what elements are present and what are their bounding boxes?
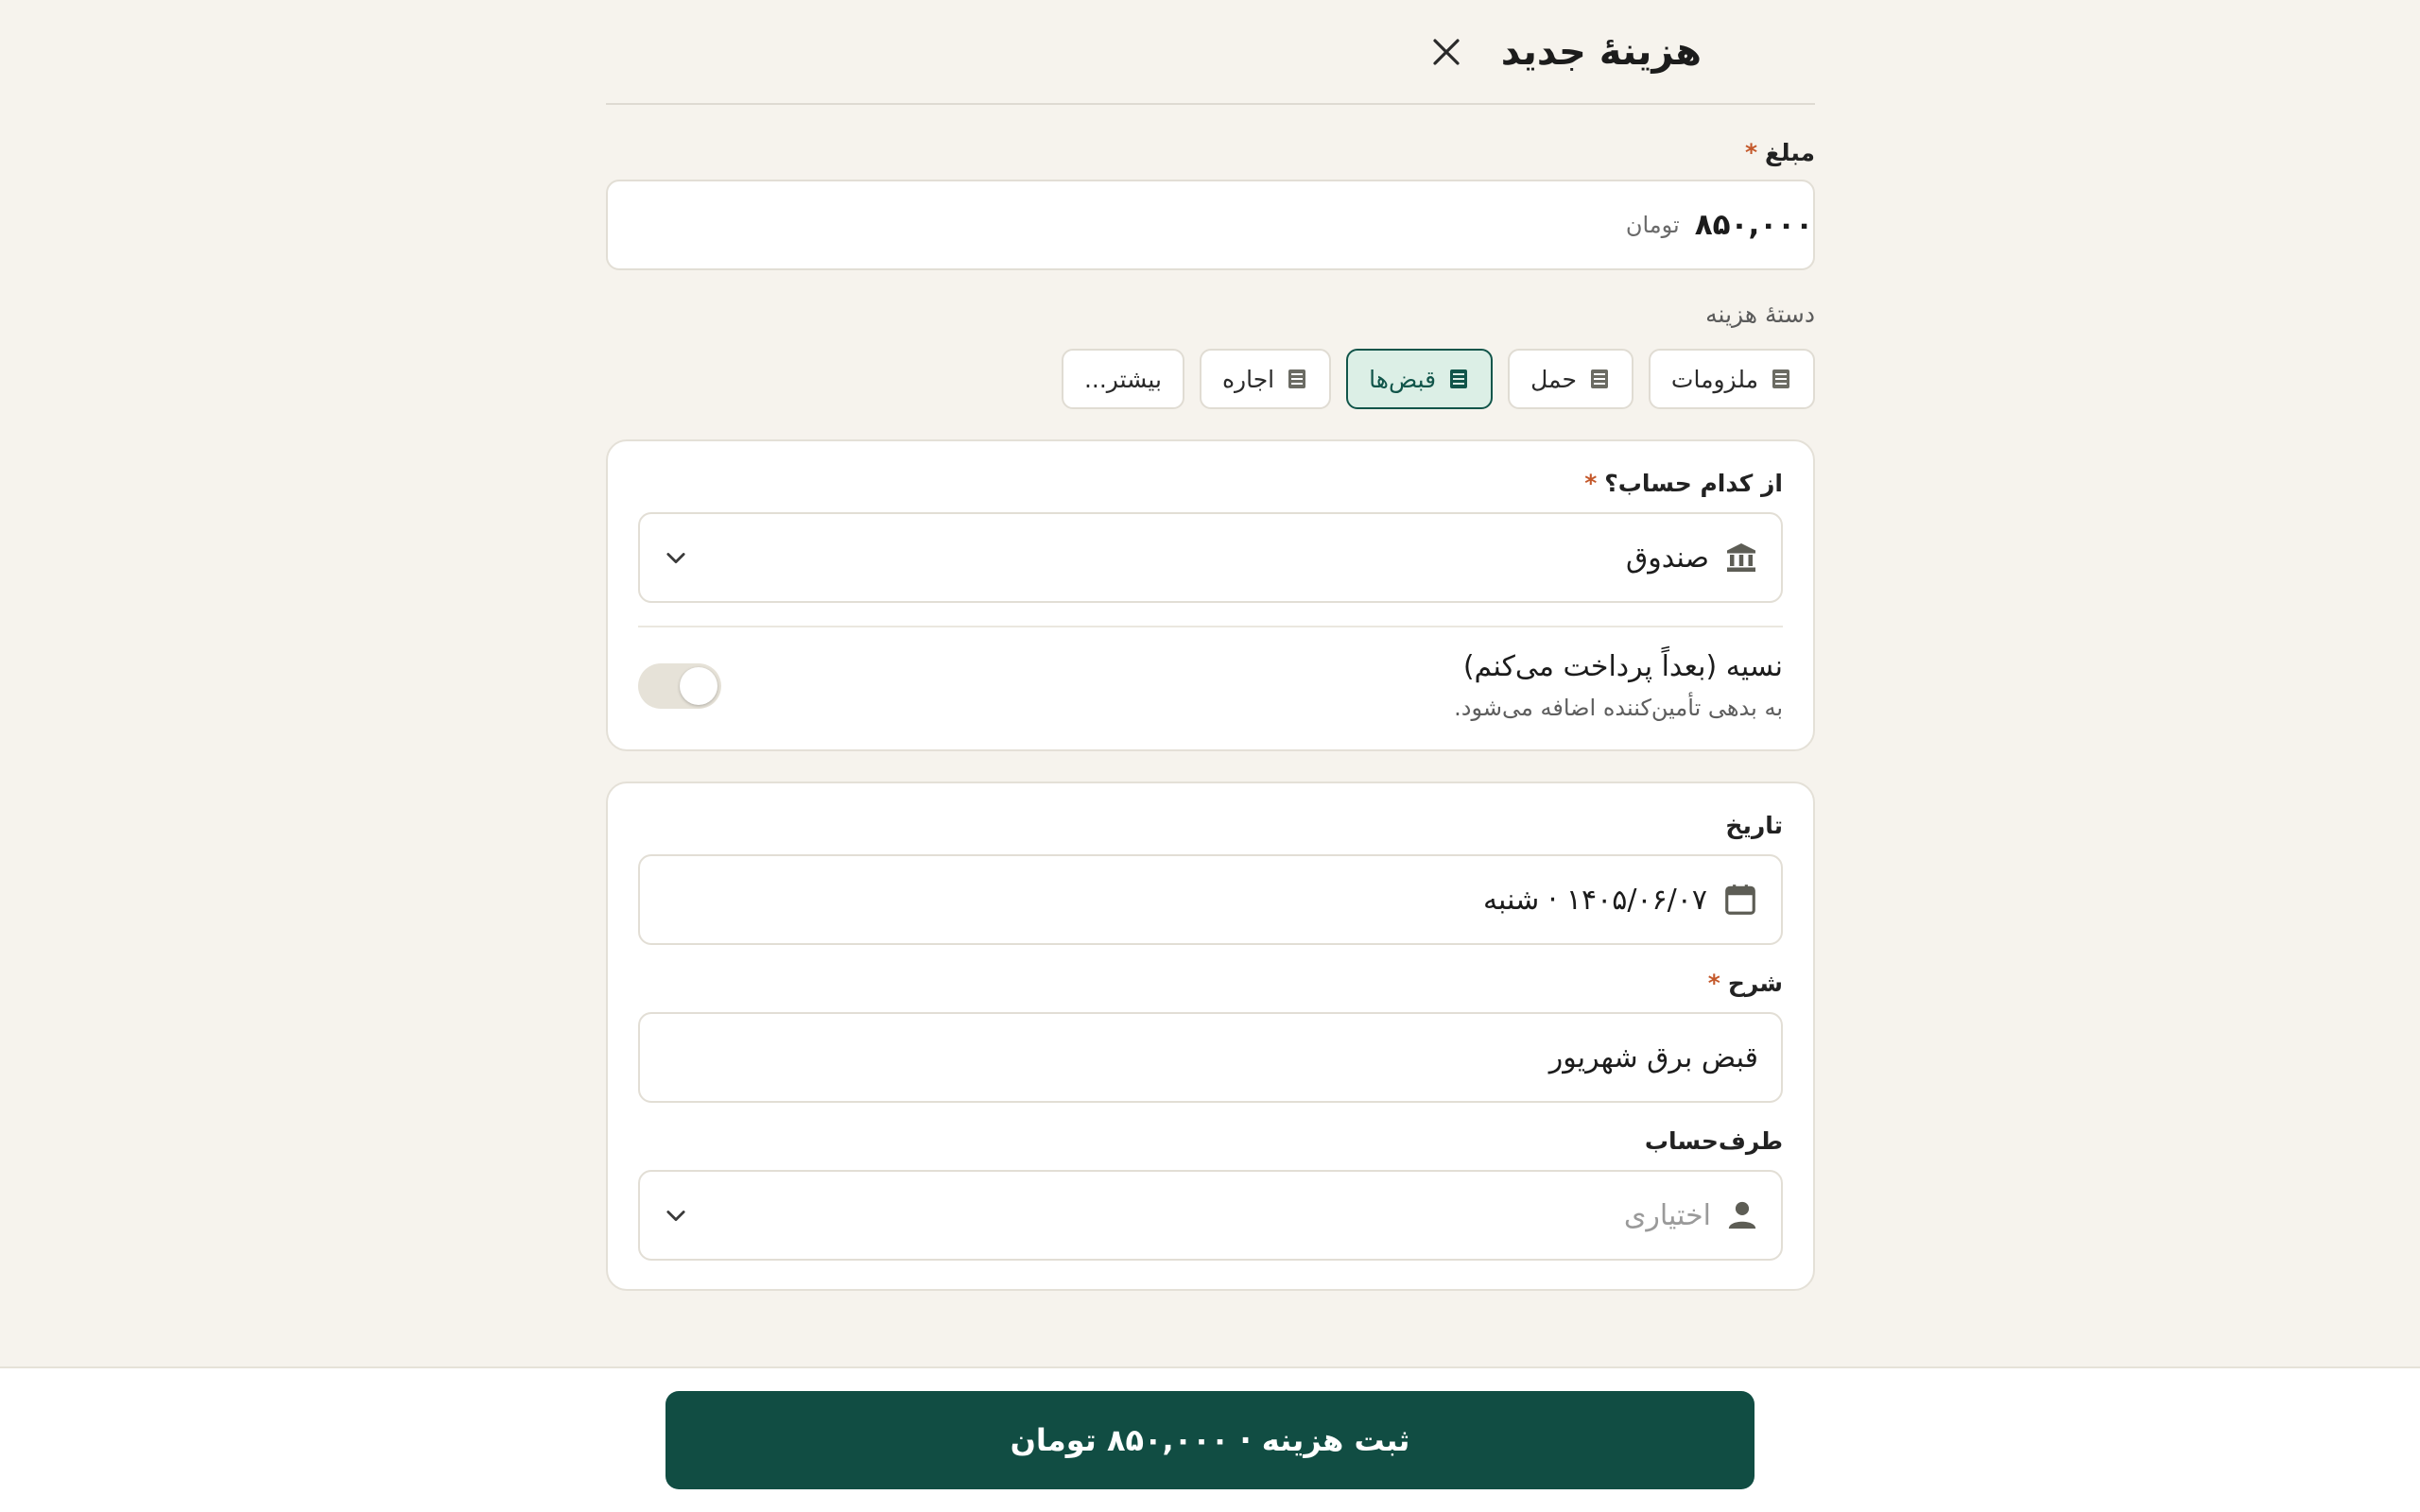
credit-toggle[interactable] bbox=[638, 662, 721, 709]
date-label: تاریخ bbox=[1725, 812, 1783, 839]
category-chip-more[interactable]: بیشتر... bbox=[1061, 349, 1184, 409]
category-chip-rent[interactable]: اجاره bbox=[1199, 349, 1332, 409]
description-input[interactable]: قبض برق شهریور bbox=[638, 1012, 1783, 1103]
amount-unit: تومان bbox=[1625, 212, 1680, 238]
credit-texts: نسیه (بعداً پرداخت می‌کنم) به بدهی تأمین… bbox=[721, 650, 1783, 721]
bank-icon bbox=[1727, 543, 1755, 572]
category-chip-bills[interactable]: قبض‌ها bbox=[1346, 349, 1494, 409]
amount-input[interactable]: ۸۵۰,۰۰۰ تومان bbox=[606, 180, 1815, 270]
category-label: دستهٔ هزینه bbox=[1705, 301, 1815, 328]
counterparty-label: طرف‌حساب bbox=[1644, 1127, 1783, 1155]
amount-label: مبلغ * bbox=[1744, 139, 1815, 166]
receipt-icon bbox=[1450, 369, 1468, 388]
counterparty-placeholder: اختیاری bbox=[1623, 1198, 1711, 1232]
chevron-down-icon bbox=[666, 553, 685, 564]
bottom-bar: ثبت هزینه · ۸۵۰,۰۰۰ تومان bbox=[0, 1366, 2420, 1512]
receipt-icon bbox=[1288, 369, 1306, 388]
close-button[interactable] bbox=[1427, 33, 1465, 71]
close-icon bbox=[1433, 38, 1460, 65]
account-card: از کدام حساب؟ * صندوق نسیه (بعداً پرداخت… bbox=[606, 439, 1815, 751]
submit-expense-button[interactable]: ثبت هزینه · ۸۵۰,۰۰۰ تومان bbox=[666, 1391, 1754, 1489]
page-title: هزینهٔ جدید bbox=[1500, 29, 1702, 74]
credit-row: نسیه (بعداً پرداخت می‌کنم) به بدهی تأمین… bbox=[638, 650, 1783, 721]
required-mark: * bbox=[1744, 139, 1758, 166]
category-chips: ملزومات حمل قبض‌ها اجاره بیشتر... bbox=[606, 349, 1815, 409]
expense-sheet: هزینهٔ جدید مبلغ * ۸۵۰,۰۰۰ تومان دستهٔ ه… bbox=[606, 0, 1815, 1291]
required-mark: * bbox=[1707, 970, 1720, 997]
credit-subtitle: به بدهی تأمین‌کننده اضافه می‌شود. bbox=[1454, 695, 1783, 721]
account-value: صندوق bbox=[1625, 541, 1709, 575]
account-label: از کدام حساب؟ * bbox=[1584, 470, 1783, 497]
header: هزینهٔ جدید bbox=[606, 0, 1815, 105]
person-icon bbox=[1728, 1201, 1756, 1229]
receipt-icon bbox=[1590, 369, 1608, 388]
chevron-down-icon bbox=[666, 1211, 685, 1222]
category-chip-supplies[interactable]: ملزومات bbox=[1648, 349, 1815, 409]
required-mark: * bbox=[1584, 470, 1598, 497]
details-card: تاریخ ۱۴۰۵/۰۶/۰۷ · شنبه شرح * قبض برق شه… bbox=[606, 782, 1815, 1291]
calendar-icon bbox=[1725, 885, 1755, 915]
category-chip-transport[interactable]: حمل bbox=[1508, 349, 1634, 409]
divider bbox=[638, 626, 1783, 627]
toggle-knob bbox=[680, 666, 717, 705]
counterparty-select[interactable]: اختیاری bbox=[638, 1170, 1783, 1261]
date-value: ۱۴۰۵/۰۶/۰۷ · شنبه bbox=[1482, 883, 1707, 917]
date-field[interactable]: ۱۴۰۵/۰۶/۰۷ · شنبه bbox=[638, 854, 1783, 945]
amount-value: ۸۵۰,۰۰۰ bbox=[1694, 208, 1813, 242]
description-value: قبض برق شهریور bbox=[1548, 1040, 1758, 1074]
credit-title: نسیه (بعداً پرداخت می‌کنم) bbox=[1462, 650, 1783, 683]
receipt-icon bbox=[1772, 369, 1789, 388]
account-select[interactable]: صندوق bbox=[638, 512, 1783, 603]
description-label: شرح * bbox=[1707, 970, 1783, 997]
